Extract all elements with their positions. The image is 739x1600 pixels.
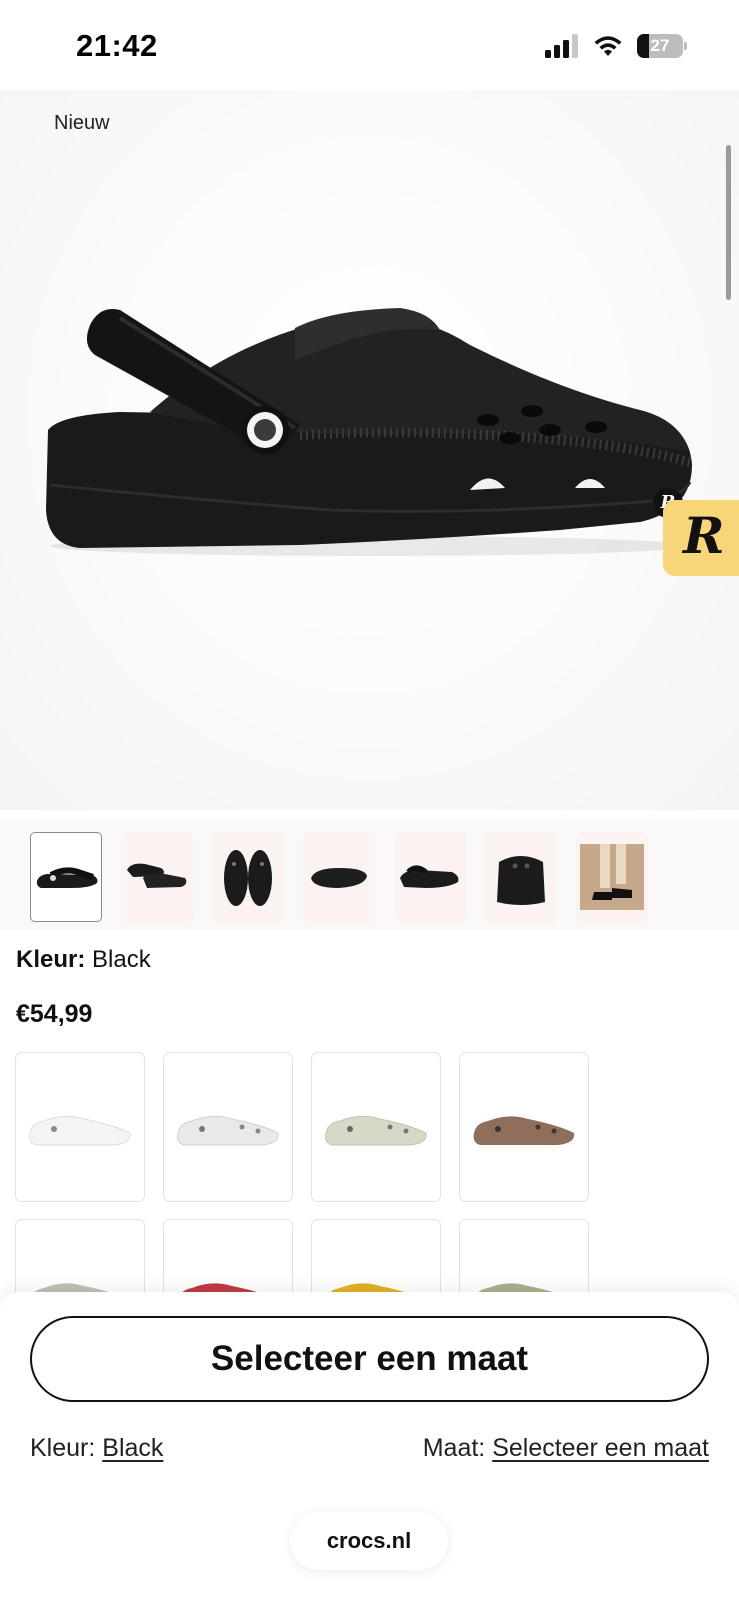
bottom-action-sheet: Selecteer een maat Kleur: Black Maat: Se… bbox=[0, 1292, 739, 1600]
signal-icon bbox=[545, 34, 578, 58]
thumbnail-strip bbox=[0, 820, 739, 930]
select-size-button[interactable]: Selecteer een maat bbox=[30, 1316, 709, 1402]
thumbnail-side-view[interactable] bbox=[30, 832, 102, 922]
thumbnail-top-view[interactable] bbox=[212, 832, 284, 922]
status-bar: 21:42 27 bbox=[0, 0, 739, 90]
selected-color-summary: Kleur: Black bbox=[30, 1434, 163, 1463]
product-image-gallery[interactable]: Nieuw R R bbox=[0, 90, 739, 810]
thumbnail-front-view[interactable] bbox=[485, 832, 557, 922]
battery-icon: 27 bbox=[637, 34, 687, 58]
address-bar-url[interactable]: crocs.nl bbox=[290, 1512, 448, 1570]
selected-color: Kleur: Black bbox=[16, 946, 151, 974]
thumbnail-angle-view[interactable] bbox=[394, 832, 466, 922]
summary-color-link[interactable]: Black bbox=[102, 1434, 163, 1462]
rewind-button[interactable]: R bbox=[663, 500, 739, 576]
thumbnail-lifestyle[interactable] bbox=[576, 832, 648, 922]
battery-level: 27 bbox=[650, 36, 670, 55]
summary-color-label: Kleur: bbox=[30, 1434, 96, 1462]
product-image-clog bbox=[46, 308, 692, 556]
price: €54,99 bbox=[16, 1000, 93, 1028]
color-swatch-white[interactable] bbox=[15, 1052, 145, 1202]
wifi-icon bbox=[594, 36, 622, 56]
thumbnail-pair-view[interactable] bbox=[121, 832, 193, 922]
color-swatch-light-grey[interactable] bbox=[163, 1052, 293, 1202]
thumbnail-sole-view[interactable] bbox=[303, 832, 375, 922]
selected-size-summary: Maat: Selecteer een maat bbox=[423, 1434, 709, 1463]
summary-size-link[interactable]: Selecteer een maat bbox=[492, 1434, 709, 1462]
color-label: Kleur: bbox=[16, 946, 86, 973]
color-swatch-bone[interactable] bbox=[311, 1052, 441, 1202]
summary-size-label: Maat: bbox=[422, 1434, 486, 1462]
status-time: 21:42 bbox=[76, 28, 158, 63]
status-icons: 27 bbox=[545, 34, 687, 58]
color-value: Black bbox=[92, 946, 151, 973]
color-swatch-brown[interactable] bbox=[459, 1052, 589, 1202]
